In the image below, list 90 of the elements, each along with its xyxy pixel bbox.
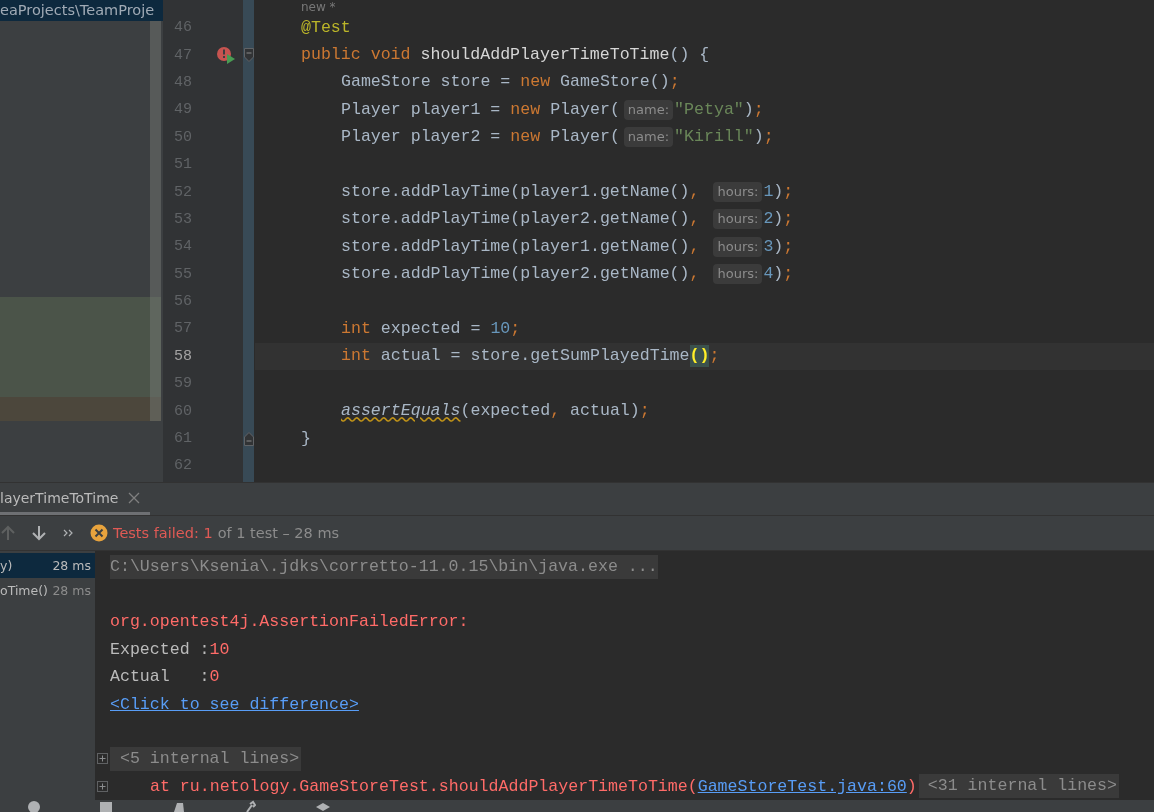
punctuation: , — [689, 263, 701, 286]
keyword: int — [341, 318, 371, 340]
test-duration: 28 ms — [52, 558, 91, 573]
test-tree-item[interactable]: oTime() 28 ms — [0, 578, 95, 603]
test-summary: of 1 test – 28 ms — [217, 525, 340, 541]
parameter-hint: hours: — [713, 236, 763, 257]
folded-lines[interactable]: <5 internal lines> — [110, 746, 302, 771]
code-text: ) — [743, 98, 754, 121]
code-text: GameStore store = — [341, 71, 512, 94]
punctuation: ; — [639, 400, 650, 423]
string-literal: "Petya" — [674, 98, 744, 121]
error-message: org.opentest4j.AssertionFailedError: — [110, 612, 469, 632]
punctuation: , — [689, 235, 701, 258]
number-literal: 10 — [490, 318, 511, 340]
parameter-hint: name: — [623, 127, 674, 148]
number-literal: 1 — [763, 181, 774, 204]
parameter-hint: name: — [623, 99, 674, 120]
punctuation: ; — [510, 318, 521, 340]
number-literal: 2 — [763, 208, 774, 231]
test-name: y) — [0, 558, 13, 573]
annotation: @Test — [301, 16, 351, 39]
difference-link[interactable]: <Click to see difference> — [110, 694, 359, 714]
scrollbar-thumb[interactable] — [150, 21, 161, 421]
number-literal: 4 — [763, 263, 774, 286]
close-icon[interactable] — [128, 491, 141, 504]
code-text: Player player2 = — [341, 126, 502, 149]
code-text: () { — [669, 44, 710, 67]
code-text: store.addPlayTime(player2.getName() — [341, 208, 690, 231]
stack-trace-line: at ru.netology.GameStoreTest.shouldAddPlayerTimeToTime(GameStoreTest.java:60) — [149, 776, 917, 796]
punctuation: , — [689, 181, 701, 204]
code-text: store.addPlayTime(player1.getName() — [341, 181, 690, 204]
code-text: expected = — [379, 318, 482, 340]
punctuation: ; — [709, 345, 720, 368]
code-text: GameStore() — [559, 71, 670, 94]
method-call: assertEquals — [341, 400, 461, 423]
punctuation: ; — [783, 235, 794, 258]
value-label: Actual : — [110, 667, 210, 687]
code-text: ) — [773, 208, 784, 231]
method-name: shouldAddPlayerTimeToTime — [420, 44, 670, 67]
code-text: ) — [773, 181, 784, 204]
code-text: ) — [753, 126, 764, 149]
punctuation: ; — [753, 98, 764, 121]
code-text: ) — [773, 235, 784, 258]
code-text: } — [301, 427, 311, 450]
value-text: 0 — [209, 667, 220, 687]
test-failed-run-icon[interactable] — [216, 46, 236, 65]
code-text: actual) — [570, 400, 640, 423]
number-literal: 3 — [763, 235, 774, 258]
punctuation: , — [550, 400, 562, 423]
down-arrow-icon[interactable] — [32, 525, 46, 541]
keyword: new — [510, 98, 541, 121]
line-number: 58 — [174, 347, 193, 365]
parameter-hint: hours: — [713, 264, 763, 285]
folded-lines[interactable]: <31 internal lines> — [918, 774, 1119, 799]
code-text: Player( — [549, 98, 620, 121]
tab-label[interactable]: layerTimeToTime — [0, 489, 119, 506]
punctuation: , — [689, 208, 701, 231]
code-text: Player( — [549, 126, 620, 149]
value-text: 10 — [209, 639, 230, 659]
code-text: actual = store.getSumPlayedTime — [379, 345, 690, 368]
expand-icon[interactable] — [97, 780, 108, 792]
parameter-hint: hours: — [713, 182, 763, 203]
keyword: new — [520, 71, 551, 94]
code-text: ) — [773, 263, 784, 286]
keyword: new — [510, 126, 541, 149]
code-text: store.addPlayTime(player1.getName() — [341, 235, 690, 258]
test-tree-item[interactable]: y) 28 ms — [0, 553, 95, 578]
punctuation: ; — [669, 71, 680, 94]
keyword: public void — [301, 44, 412, 67]
test-status: Tests failed: 1 — [113, 525, 213, 541]
punctuation: ; — [783, 181, 794, 204]
more-icon[interactable] — [63, 529, 73, 537]
code-text: Player player1 = — [341, 98, 502, 121]
source-link[interactable]: GameStoreTest.java:60 — [697, 776, 907, 796]
parameter-hint: hours: — [713, 209, 763, 230]
string-literal: "Kirill" — [674, 126, 754, 149]
test-duration: 28 ms — [52, 583, 91, 598]
usage-hint[interactable]: new * — [301, 1, 336, 14]
project-path[interactable]: eaProjects\TeamProje — [0, 0, 163, 21]
punctuation: ; — [783, 263, 794, 286]
expand-icon[interactable] — [97, 753, 108, 765]
code-text: store.addPlayTime(player2.getName() — [341, 263, 690, 286]
punctuation: ; — [763, 126, 774, 149]
keyword: int — [341, 345, 371, 368]
value-label: Expected : — [110, 639, 210, 659]
punctuation: ; — [783, 208, 794, 231]
matched-parentheses: () — [689, 345, 710, 368]
test-failed-icon — [90, 524, 108, 542]
test-name: oTime() — [0, 583, 48, 598]
code-text: (expected — [460, 400, 551, 423]
